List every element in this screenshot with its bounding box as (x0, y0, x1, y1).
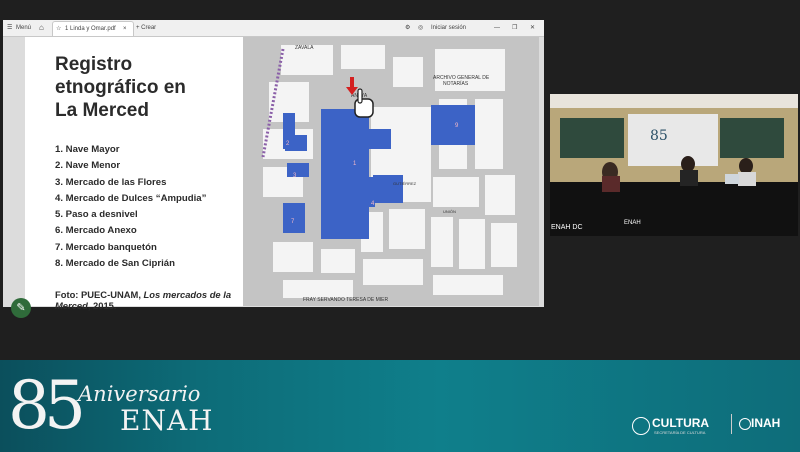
list-item: 7. Mercado banquetón (55, 241, 157, 253)
list-item: 3. Mercado de las Flores (55, 176, 167, 188)
list-item: 8. Mercado de San Ciprián (55, 258, 175, 270)
banner-number: 85 (8, 367, 86, 444)
menu-label[interactable]: Menú (16, 22, 31, 34)
banner-aniversario: Aniversario (78, 382, 201, 406)
cultura-subtitle: SECRETARÍA DE CULTURA (654, 430, 706, 435)
signout-link[interactable]: Iniciar sesión (431, 22, 466, 34)
slide-text-panel: Registro etnográfico en La Merced 1. Nav… (25, 37, 243, 311)
slide-title-line: etnográfico en (55, 77, 186, 98)
pdf-viewer-window: ☰ Menú ⌂ ☆ 1 Linda y Omar.pdf × + Crear … (3, 20, 544, 311)
banner-enah: ENAH (120, 404, 214, 437)
merced-map: 1 4 9 3 7 2 ZAVALA ANAYA ARCHIVO GENERAL… (243, 37, 539, 306)
home-icon[interactable]: ⌂ (39, 22, 44, 34)
slide-title-line: La Merced (55, 100, 149, 121)
photo-source: Foto: PUEC-UNAM, Los mercados de la Merc… (55, 289, 232, 311)
logo-divider (731, 414, 732, 434)
close-tab-icon[interactable]: × (123, 23, 127, 35)
svg-text:ZAVALA: ZAVALA (295, 45, 314, 51)
close-window-icon[interactable]: ✕ (530, 22, 535, 34)
list-item: 6. Mercado Anexo (55, 225, 137, 237)
inah-logo-text: INAH (751, 416, 781, 430)
inah-seal-icon (739, 418, 751, 430)
minimize-icon[interactable]: — (494, 22, 500, 34)
svg-text:UNIÓN: UNIÓN (443, 209, 456, 214)
webcam-feed: 85 ENAH (550, 94, 798, 236)
tab-pdf[interactable]: ☆ 1 Linda y Omar.pdf × (52, 21, 134, 36)
tab-title: 1 Linda y Omar.pdf (65, 26, 116, 32)
slide-title-line: Registro (55, 54, 133, 75)
event-banner: 85 Aniversario ENAH (0, 360, 800, 452)
pdf-page: Registro etnográfico en La Merced 1. Nav… (25, 37, 539, 311)
webcam-label: ENAH DC (551, 224, 583, 231)
profile-icon[interactable]: ◎ (418, 22, 423, 34)
svg-text:GUTIÉRREZ: GUTIÉRREZ (393, 181, 417, 186)
list-item: 1. Nave Mayor (55, 144, 120, 155)
list-item: 2. Nave Menor (55, 160, 121, 172)
market-list: 1. Nave Mayor 2. Nave Menor 3. Mercado d… (55, 142, 240, 272)
maximize-icon[interactable]: ❐ (512, 22, 517, 34)
pen-tool-icon[interactable]: ✎ (11, 298, 31, 318)
map-graphic: 1 4 9 3 7 2 ZAVALA ANAYA ARCHIVO GENERAL… (243, 37, 539, 306)
svg-text:85: 85 (650, 128, 668, 144)
webcam-scene: 85 ENAH (550, 94, 798, 236)
list-item: 5. Paso a desnivel (55, 209, 138, 221)
new-tab-button[interactable]: + Crear (136, 22, 156, 34)
svg-text:ENAH: ENAH (624, 220, 641, 226)
svg-text:FRAY SERVANDO TERESA DE MIER: FRAY SERVANDO TERESA DE MIER (303, 297, 389, 303)
slide-title: Registro etnográfico en La Merced (55, 53, 235, 122)
viewer-titlebar: ☰ Menú ⌂ ☆ 1 Linda y Omar.pdf × + Crear … (3, 20, 544, 37)
cultura-logo-text: CULTURA (652, 416, 710, 430)
star-icon: ☆ (56, 26, 62, 32)
svg-text:NOTARÍAS: NOTARÍAS (443, 80, 469, 87)
settings-icon[interactable]: ⚙ (405, 22, 410, 34)
list-item: 4. Mercado de Dulces “Ampudia” (55, 192, 207, 204)
menu-icon[interactable]: ☰ (7, 22, 12, 34)
cultura-seal-icon (632, 417, 650, 435)
